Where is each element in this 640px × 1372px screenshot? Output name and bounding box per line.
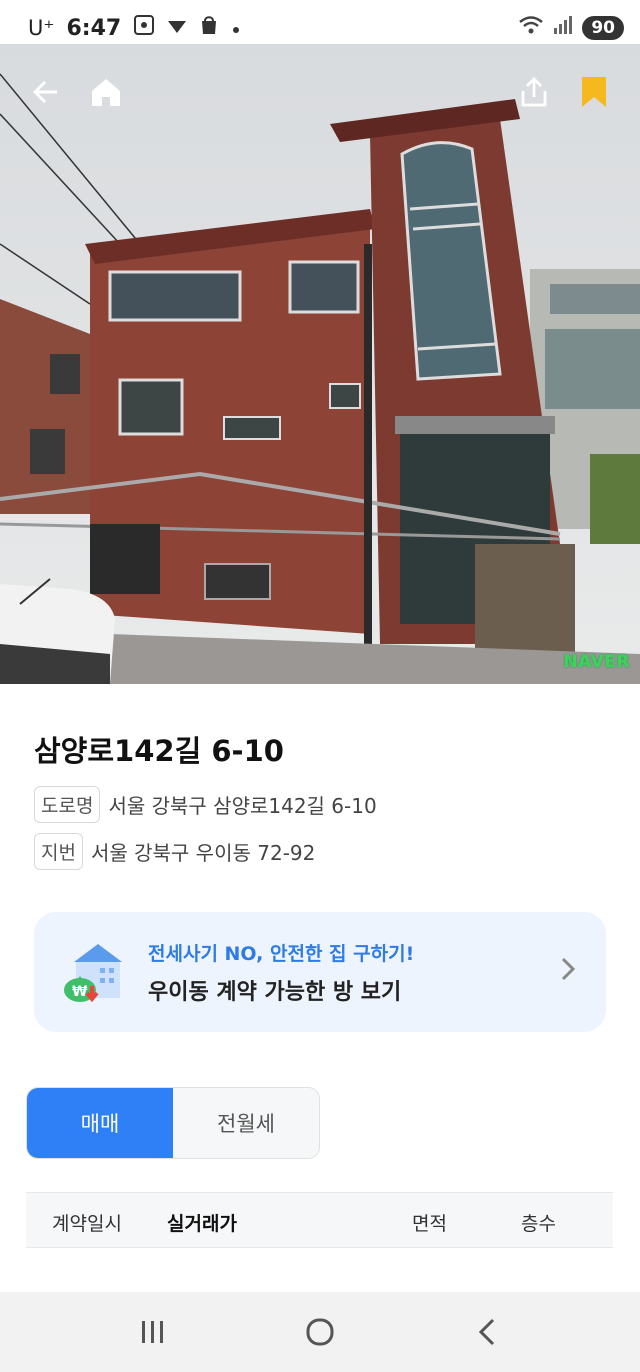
safe-rental-banner[interactable]: ₩ 전세사기 NO, 안전한 집 구하기! 우이동 계약 가능한 방 보기 [34, 912, 606, 1032]
wifi-icon [518, 15, 544, 41]
column-area: 면적 [412, 1213, 447, 1235]
share-button[interactable] [514, 72, 554, 112]
street-view-image [0, 44, 640, 684]
status-time: 6:47 [66, 15, 122, 41]
road-address-row: 도로명 서울 강북구 삼양로142길 6-10 [34, 786, 377, 823]
tab-sale[interactable]: 매매 [27, 1088, 173, 1158]
system-home-button[interactable] [290, 1302, 350, 1362]
recent-apps-button[interactable] [123, 1302, 183, 1362]
building-photo: NAVER [0, 44, 640, 684]
lot-address-tag: 지번 [34, 833, 83, 870]
column-price: 실거래가 [167, 1213, 237, 1235]
home-circle-icon [306, 1318, 334, 1346]
lot-address-value: 서울 강북구 우이동 72-92 [90, 841, 316, 865]
house-money-icon: ₩ [60, 940, 124, 1004]
banner-subtitle: 우이동 계약 가능한 방 보기 [148, 979, 402, 1005]
deal-type-tabs: 매매 전월세 [26, 1087, 320, 1159]
system-back-button[interactable] [457, 1302, 517, 1362]
carrier-label: U⁺ [28, 16, 55, 40]
recent-apps-icon [142, 1321, 164, 1343]
share-icon [521, 77, 547, 107]
battery-indicator: 90 [582, 16, 624, 40]
column-contract-date: 계약일시 [52, 1213, 122, 1235]
arrow-left-icon [32, 80, 57, 104]
signal-down-icon [167, 16, 187, 41]
road-address-value: 서울 강북구 삼양로142길 6-10 [108, 794, 377, 818]
road-address-tag: 도로명 [34, 786, 101, 823]
system-nav-bar [0, 1292, 640, 1372]
banner-headline: 전세사기 NO, 안전한 집 구하기! [148, 942, 415, 965]
back-chevron-icon [478, 1318, 494, 1346]
address-title: 삼양로142길 6-10 [34, 734, 284, 768]
home-button[interactable] [86, 72, 126, 112]
cell-signal-icon [552, 15, 574, 41]
back-button[interactable] [26, 72, 66, 112]
chevron-right-icon [560, 956, 576, 986]
banner-text: 전세사기 NO, 안전한 집 구하기! 우이동 계약 가능한 방 보기 [148, 939, 414, 1006]
transaction-table-header: 계약일시 실거래가 면적 층수 [26, 1192, 613, 1248]
lot-address-row: 지번 서울 강북구 우이동 72-92 [34, 833, 315, 870]
screenshot-icon [133, 14, 155, 42]
naver-watermark: NAVER [563, 652, 630, 672]
column-floor: 층수 [521, 1213, 556, 1235]
bookmark-button[interactable] [574, 72, 614, 112]
svg-text:₩: ₩ [72, 984, 88, 1000]
tab-rent[interactable]: 전월세 [173, 1088, 319, 1158]
notification-dot-icon [231, 16, 241, 41]
bookmark-icon [582, 77, 606, 107]
home-icon [92, 79, 120, 106]
shopping-bag-icon [199, 14, 219, 42]
